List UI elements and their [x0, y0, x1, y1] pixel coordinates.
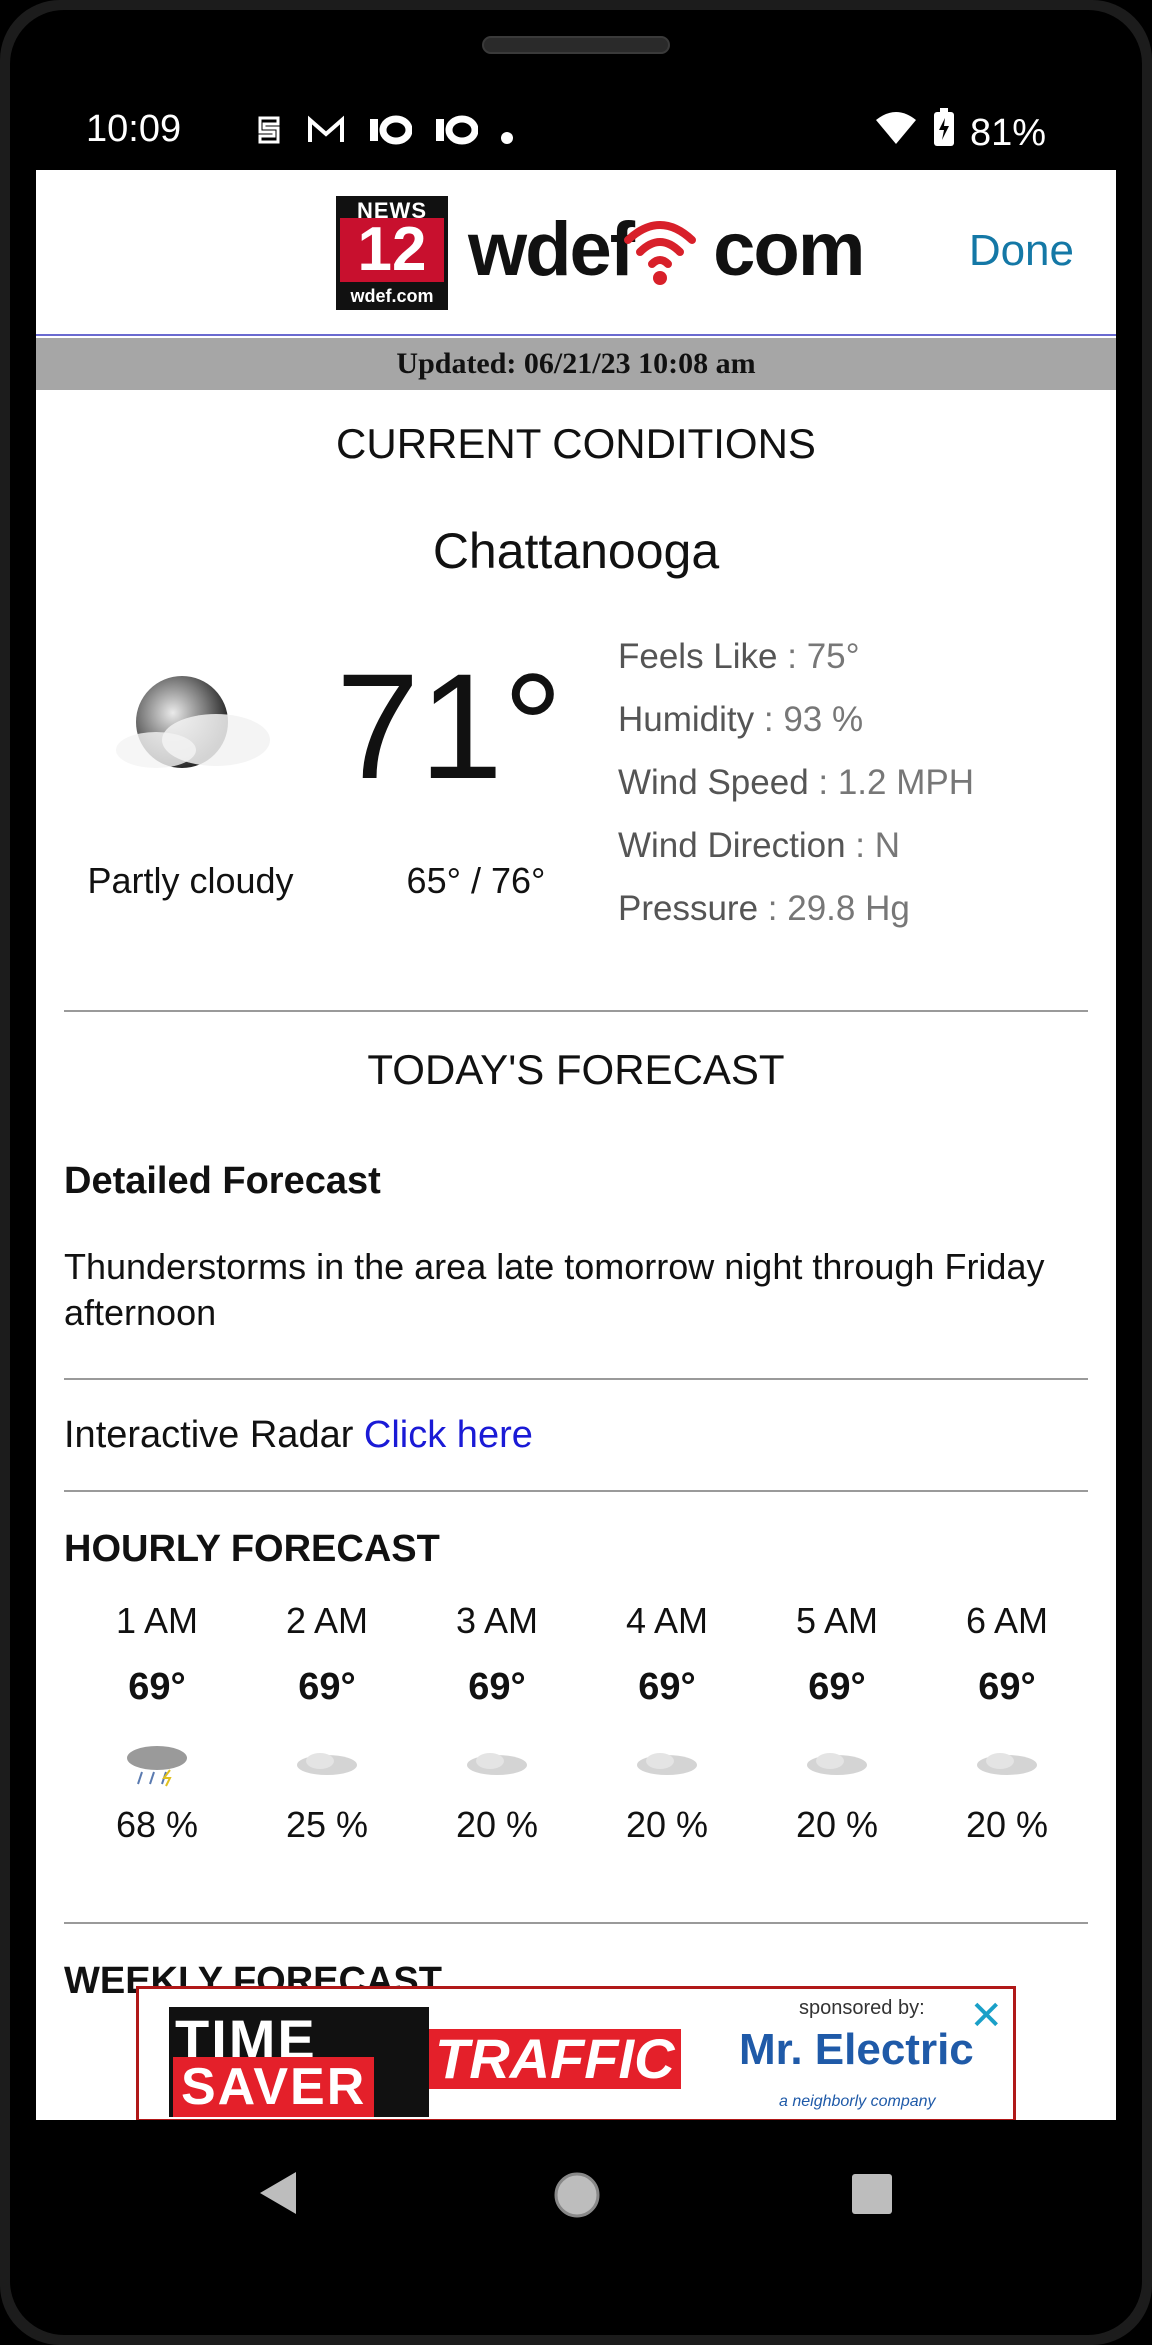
- sim-s-icon: [254, 112, 284, 157]
- radar-label: Interactive Radar: [64, 1414, 364, 1456]
- ad-traffic-text: TRAFFIC: [429, 2029, 681, 2089]
- storm-cloud-icon: [72, 1726, 242, 1804]
- hour-time: 2 AM: [285, 1600, 369, 1641]
- home-icon[interactable]: [552, 2170, 602, 2225]
- hour-time: 4 AM: [625, 1600, 709, 1641]
- phone-speaker: [482, 36, 670, 54]
- sponsor-ad-banner[interactable]: TIME SAVER TRAFFIC sponsored by: Mr. Ele…: [136, 1986, 1016, 2120]
- hour-item: 5 AM 69° 20 %: [752, 1600, 922, 1846]
- back-icon[interactable]: [258, 2170, 298, 2221]
- hour-item: 2 AM 69° 25 %: [242, 1600, 412, 1846]
- detail-label: Wind Direction: [618, 826, 846, 865]
- cloud-icon: [242, 1726, 412, 1804]
- dot-icon: [500, 115, 514, 154]
- ad-sponsored-label: sponsored by:: [799, 1997, 925, 2019]
- todays-forecast-title: TODAY'S FORECAST: [367, 1046, 785, 1093]
- interactive-radar: Interactive Radar Click here: [64, 1414, 533, 1457]
- wordmark-right: com: [713, 207, 865, 292]
- cloud-icon: [412, 1726, 582, 1804]
- cloud-icon: [582, 1726, 752, 1804]
- partly-cloudy-moon-icon: [96, 650, 276, 800]
- detail-label: Humidity: [618, 700, 755, 739]
- logo-small-text: wdef.com: [350, 286, 434, 306]
- hour-precip: 68 %: [115, 1804, 199, 1845]
- current-condition: Partly cloudy: [87, 860, 294, 901]
- news12-logo: NEWS 12 wdef.com: [336, 196, 448, 310]
- hour-temp: 69°: [298, 1666, 356, 1708]
- updated-timestamp: Updated: 06/21/23 10:08 am: [36, 338, 1116, 390]
- battery-percent: 81%: [969, 111, 1046, 154]
- city-name: Chattanooga: [432, 523, 720, 579]
- hourly-forecast-list: 1 AM 69° 68 % 2 AM 69° 25 % 3 AM 69° 20 …: [72, 1600, 1092, 1846]
- hour-temp: 69°: [978, 1666, 1036, 1708]
- news10-icon: [368, 115, 413, 154]
- detailed-forecast-heading: Detailed Forecast: [64, 1160, 381, 1202]
- hour-time: 5 AM: [795, 1600, 879, 1641]
- system-nav-bar: [36, 2120, 1116, 2270]
- hour-precip: 20 %: [965, 1804, 1049, 1845]
- hour-time: 1 AM: [115, 1600, 199, 1641]
- app-screen: NEWS 12 wdef.com wdef com Done Updated: 0…: [36, 170, 1116, 2120]
- hour-item: 1 AM 69° 68 %: [72, 1600, 242, 1846]
- hour-item: 6 AM 69° 20 %: [922, 1600, 1092, 1846]
- recent-apps-icon[interactable]: [850, 2172, 894, 2221]
- status-right: 81%: [874, 108, 1046, 158]
- cloud-icon: [752, 1726, 922, 1804]
- cloud-icon: [922, 1726, 1092, 1804]
- divider: [64, 1490, 1088, 1492]
- ad-saver-text: SAVER: [173, 2057, 375, 2117]
- hour-time: 6 AM: [965, 1600, 1049, 1641]
- status-time: 10:09: [86, 108, 182, 150]
- detail-feels-like: Feels Like : 75°: [618, 632, 974, 695]
- current-temperature: 71°: [336, 642, 563, 810]
- status-notification-icons: [254, 112, 514, 157]
- news10-icon: [434, 115, 479, 154]
- hour-precip: 20 %: [795, 1804, 879, 1845]
- wifi-icon: [874, 110, 918, 156]
- detail-value: : 1.2 MPH: [808, 763, 974, 802]
- ad-timesaver-logo: TIME SAVER: [169, 2007, 429, 2117]
- gmail-icon: [306, 114, 346, 155]
- radar-link[interactable]: Click here: [364, 1414, 533, 1456]
- hour-item: 3 AM 69° 20 %: [412, 1600, 582, 1846]
- current-details: Feels Like : 75° Humidity : 93 % Wind Sp…: [618, 632, 974, 947]
- divider: [64, 1378, 1088, 1380]
- detail-wind-direction: Wind Direction : N: [618, 821, 974, 884]
- detail-wind-speed: Wind Speed : 1.2 MPH: [618, 758, 974, 821]
- hour-precip: 20 %: [455, 1804, 539, 1845]
- ad-brand-name: Mr. Electric: [739, 2025, 974, 2074]
- ad-brand-sub: a neighborly company: [779, 2093, 936, 2110]
- hour-temp: 69°: [638, 1666, 696, 1708]
- divider: [64, 1922, 1088, 1924]
- battery-charging-icon: [932, 108, 956, 158]
- detail-label: Feels Like: [618, 637, 778, 676]
- temp-range: 65° / 76°: [406, 860, 546, 901]
- hour-precip: 25 %: [285, 1804, 369, 1845]
- divider: [64, 1010, 1088, 1012]
- wordmark-left: wdef: [468, 207, 635, 292]
- hour-temp: 69°: [128, 1666, 186, 1708]
- detail-label: Wind Speed: [618, 763, 809, 802]
- detail-value: : N: [845, 826, 901, 865]
- status-bar: 10:09 81%: [36, 100, 1116, 164]
- hourly-forecast-heading: HOURLY FORECAST: [64, 1528, 440, 1570]
- hour-precip: 20 %: [625, 1804, 709, 1845]
- hour-item: 4 AM 69° 20 %: [582, 1600, 752, 1846]
- detailed-forecast-text: Thunderstorms in the area late tomorrow …: [64, 1246, 1045, 1333]
- wifi-logo-icon: [620, 212, 700, 293]
- detail-value: : 75°: [777, 637, 860, 676]
- detail-value: : 29.8 Hg: [758, 889, 910, 928]
- hour-temp: 69°: [808, 1666, 866, 1708]
- ad-close-icon[interactable]: ✕: [969, 1993, 1003, 2039]
- app-header: NEWS 12 wdef.com wdef com Done: [36, 170, 1116, 336]
- detail-humidity: Humidity : 93 %: [618, 695, 974, 758]
- detail-label: Pressure: [618, 889, 759, 928]
- detail-pressure: Pressure : 29.8 Hg: [618, 884, 974, 947]
- logo-number: 12: [340, 218, 444, 282]
- done-button[interactable]: Done: [969, 226, 1074, 276]
- current-conditions-title: CURRENT CONDITIONS: [336, 420, 816, 467]
- detail-value: : 93 %: [754, 700, 864, 739]
- hour-temp: 69°: [468, 1666, 526, 1708]
- hour-time: 3 AM: [455, 1600, 539, 1641]
